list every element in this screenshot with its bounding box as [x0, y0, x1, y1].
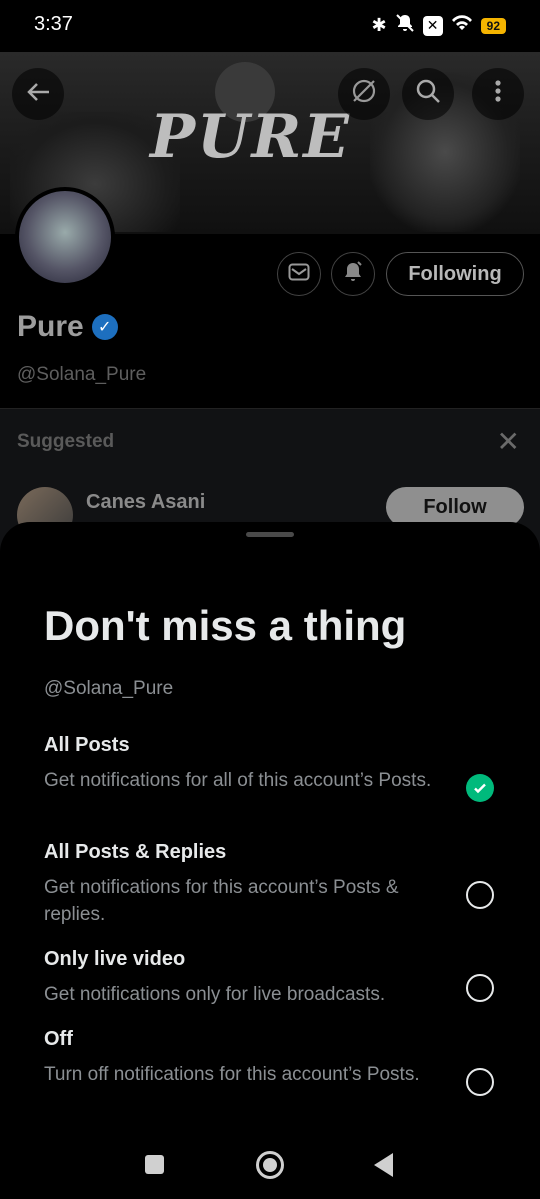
bell-add-icon: [341, 260, 365, 289]
message-button[interactable]: [277, 252, 321, 296]
suggested-user-name[interactable]: Canes Asani: [86, 491, 205, 514]
app-notification-icon: ✕: [422, 15, 443, 36]
option-all-posts-replies[interactable]: All Posts & Replies Get notifications fo…: [0, 841, 540, 927]
following-button[interactable]: Following: [386, 252, 524, 296]
back-button[interactable]: [12, 68, 64, 120]
radio-unchecked-icon[interactable]: [466, 974, 494, 1002]
option-title: All Posts: [44, 734, 130, 756]
battery-indicator: 92: [480, 17, 506, 34]
option-description: Turn off notifications for this account’…: [44, 1064, 420, 1085]
more-vertical-icon: [494, 79, 502, 110]
sheet-title: Don't miss a thing: [44, 602, 407, 649]
verified-badge-icon: ✓: [91, 314, 118, 340]
notification-settings-sheet: Don't miss a thing @Solana_Pure All Post…: [0, 522, 540, 1199]
profile-name-row: Pure ✓: [17, 310, 118, 344]
profile-name: Pure: [17, 310, 84, 343]
sheet-handle: @Solana_Pure: [44, 678, 174, 699]
radio-unchecked-icon[interactable]: [466, 1068, 494, 1096]
back-arrow-icon: [25, 79, 51, 110]
option-off[interactable]: Off Turn off notifications for this acco…: [0, 1028, 540, 1114]
search-icon: [415, 78, 441, 111]
radio-checked-icon[interactable]: [466, 774, 494, 802]
close-icon[interactable]: ✕: [497, 425, 520, 458]
search-button[interactable]: [402, 68, 454, 120]
profile-avatar[interactable]: [15, 187, 115, 287]
back-triangle-icon[interactable]: [374, 1153, 393, 1177]
sheet-drag-handle[interactable]: [246, 532, 294, 537]
mail-icon: [288, 263, 310, 286]
home-dot: [263, 1158, 277, 1172]
option-title: Off: [44, 1028, 73, 1050]
option-title: All Posts & Replies: [44, 841, 227, 863]
option-description: Get notifications for this account’s Pos…: [44, 877, 399, 925]
suggested-label: Suggested: [17, 431, 115, 452]
visibility-toggle-button[interactable]: [338, 68, 390, 120]
option-title: Only live video: [44, 948, 186, 970]
banner-logo-text: PURE: [150, 102, 352, 172]
recents-icon[interactable]: [145, 1155, 164, 1174]
more-options-button[interactable]: [472, 68, 524, 120]
status-time: 3:37: [34, 13, 73, 35]
system-nav-bar: [0, 1130, 540, 1199]
bluetooth-icon: ✱: [371, 15, 387, 35]
notifications-button[interactable]: [331, 252, 375, 296]
wifi-icon: [451, 14, 473, 37]
status-icons: ✱ ✕ 92: [372, 13, 506, 38]
status-bar: 3:37 ✱ ✕ 92: [0, 0, 540, 52]
home-icon[interactable]: [256, 1151, 284, 1179]
option-all-posts[interactable]: All Posts Get notifications for all of t…: [0, 734, 540, 820]
radio-unchecked-icon[interactable]: [466, 881, 494, 909]
profile-handle: @Solana_Pure: [17, 364, 147, 385]
follow-button[interactable]: Follow: [386, 487, 524, 527]
bell-off-icon: [395, 13, 415, 38]
visibility-off-icon: [350, 77, 378, 112]
option-description: Get notifications for all of this accoun…: [44, 770, 432, 791]
option-only-live-video[interactable]: Only live video Get notifications only f…: [0, 948, 540, 1008]
option-description: Get notifications only for live broadcas…: [44, 984, 386, 1005]
